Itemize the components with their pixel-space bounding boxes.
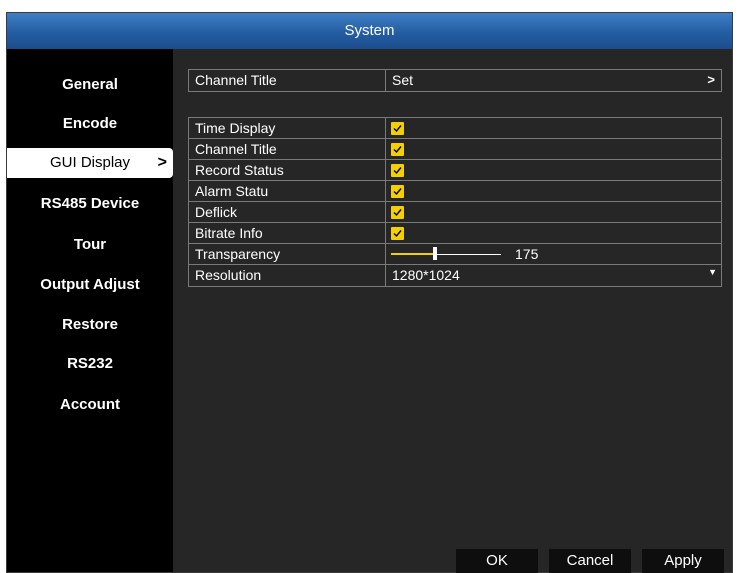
- transparency-value: 175: [515, 246, 539, 262]
- sidebar-item-account[interactable]: Account: [7, 390, 173, 420]
- check-icon: [393, 125, 402, 133]
- sidebar: General Encode GUI Display > RS485 Devic…: [7, 49, 173, 572]
- transparency-row: Transparency 175: [189, 244, 721, 265]
- caret-down-icon[interactable]: ▼: [708, 267, 717, 277]
- channel-title-row[interactable]: Channel Title Set >: [189, 70, 721, 91]
- cancel-button[interactable]: Cancel: [549, 549, 631, 573]
- window-title: System: [7, 13, 732, 49]
- time-display-checkbox[interactable]: [391, 122, 404, 135]
- alarm-statu-row: Alarm Statu: [189, 181, 721, 202]
- transparency-label: Transparency: [195, 246, 281, 262]
- slider-handle[interactable]: [433, 247, 437, 260]
- channel-title-display-label: Channel Title: [195, 141, 277, 157]
- resolution-row[interactable]: Resolution 1280*1024 ▼: [189, 265, 721, 286]
- column-divider: [385, 70, 386, 91]
- sidebar-item-tour[interactable]: Tour: [7, 230, 173, 260]
- chevron-right-icon[interactable]: >: [707, 70, 715, 90]
- channel-title-display-row: Channel Title: [189, 139, 721, 160]
- sidebar-item-rs232[interactable]: RS232: [7, 349, 173, 379]
- column-divider: [385, 244, 386, 264]
- resolution-label: Resolution: [195, 267, 262, 283]
- time-display-row: Time Display: [189, 118, 721, 139]
- check-icon: [393, 209, 402, 217]
- ok-button[interactable]: OK: [456, 549, 538, 573]
- sidebar-item-rs485-device[interactable]: RS485 Device: [7, 189, 173, 219]
- alarm-statu-checkbox[interactable]: [391, 185, 404, 198]
- sidebar-item-general[interactable]: General: [7, 70, 173, 100]
- display-settings-table: Time Display Channel Title Record Status…: [188, 117, 722, 287]
- top-strip: [0, 0, 739, 12]
- column-divider: [385, 118, 386, 138]
- check-icon: [393, 146, 402, 154]
- channel-title-set-value[interactable]: Set: [392, 70, 413, 90]
- resolution-select[interactable]: 1280*1024: [392, 265, 460, 285]
- deflick-label: Deflick: [195, 204, 238, 220]
- column-divider: [385, 265, 386, 286]
- sidebar-item-encode[interactable]: Encode: [7, 109, 173, 139]
- record-status-label: Record Status: [195, 162, 284, 178]
- bitrate-info-label: Bitrate Info: [195, 225, 263, 241]
- transparency-slider[interactable]: [391, 244, 501, 264]
- channel-title-label: Channel Title: [195, 72, 277, 88]
- chevron-right-icon: >: [157, 154, 167, 171]
- check-icon: [393, 188, 402, 196]
- channel-title-table: Channel Title Set >: [188, 69, 722, 92]
- slider-fill: [391, 253, 433, 255]
- bitrate-info-row: Bitrate Info: [189, 223, 721, 244]
- column-divider: [385, 181, 386, 201]
- check-icon: [393, 230, 402, 238]
- record-status-checkbox[interactable]: [391, 164, 404, 177]
- sidebar-item-restore[interactable]: Restore: [7, 310, 173, 340]
- alarm-statu-label: Alarm Statu: [195, 183, 269, 199]
- bitrate-info-checkbox[interactable]: [391, 227, 404, 240]
- deflick-row: Deflick: [189, 202, 721, 223]
- time-display-label: Time Display: [195, 120, 276, 136]
- column-divider: [385, 139, 386, 159]
- apply-button[interactable]: Apply: [642, 549, 724, 573]
- deflick-checkbox[interactable]: [391, 206, 404, 219]
- sidebar-item-gui-display[interactable]: GUI Display >: [7, 148, 173, 178]
- system-window: System General Encode GUI Display > RS48…: [6, 12, 733, 573]
- sidebar-item-label: GUI Display: [49, 154, 131, 171]
- check-icon: [393, 167, 402, 175]
- column-divider: [385, 160, 386, 180]
- sidebar-item-output-adjust[interactable]: Output Adjust: [7, 270, 173, 300]
- record-status-row: Record Status: [189, 160, 721, 181]
- channel-title-checkbox[interactable]: [391, 143, 404, 156]
- column-divider: [385, 202, 386, 222]
- content-panel: Channel Title Set > Time Display Channel…: [173, 49, 732, 573]
- column-divider: [385, 223, 386, 243]
